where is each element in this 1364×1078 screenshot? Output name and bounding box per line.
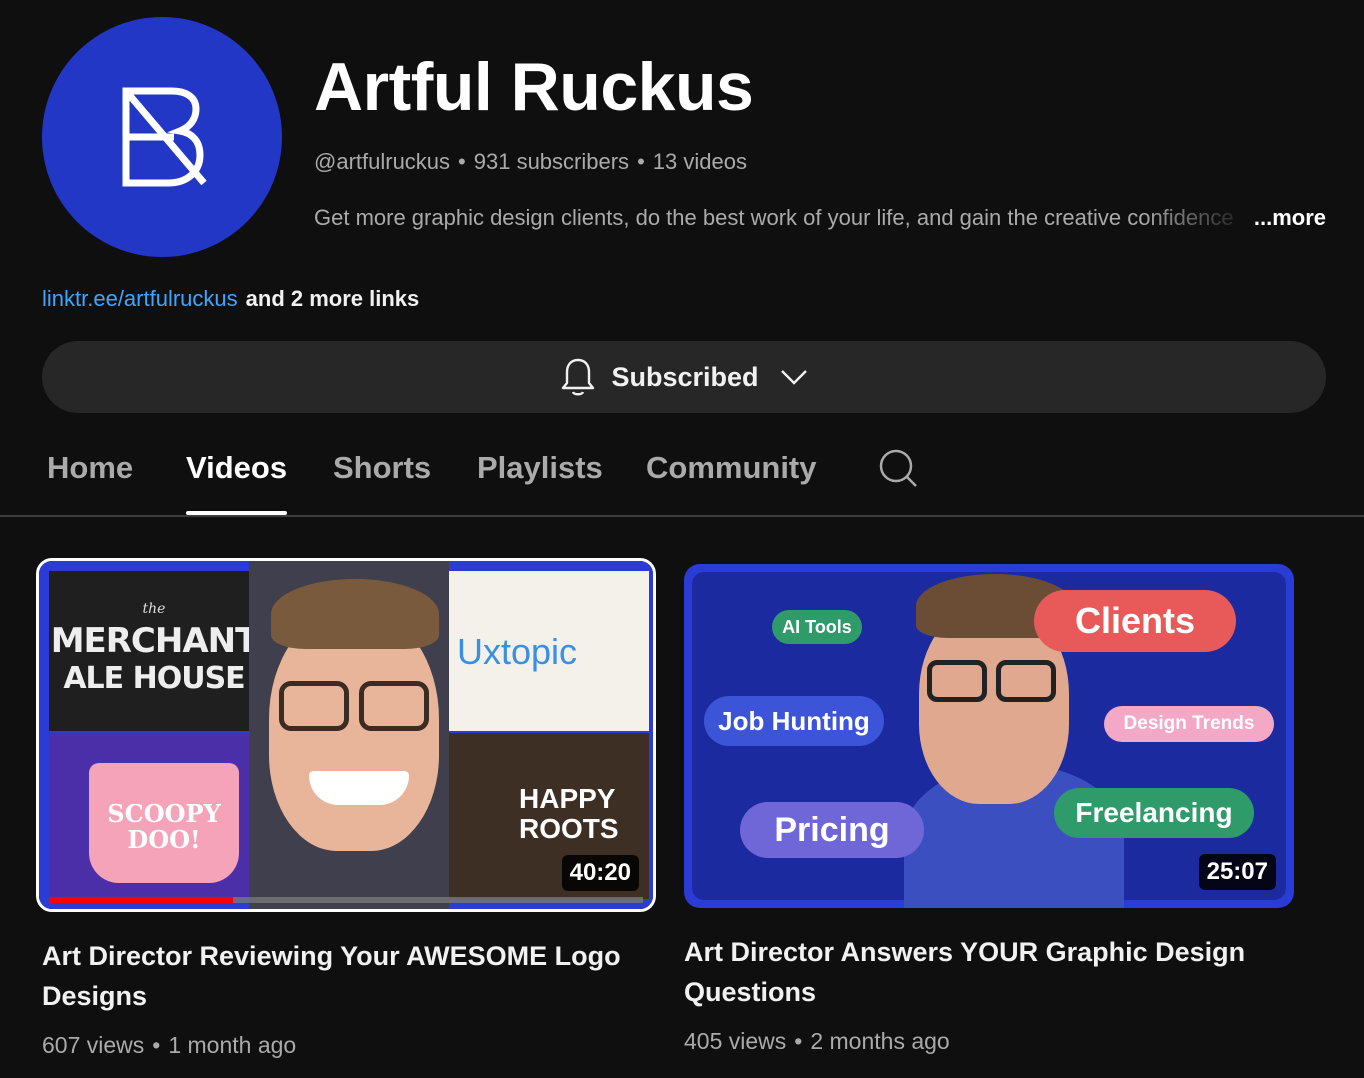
video-card[interactable]: the MERCHANT ALE HOUSE Uxtopic HAPPY ROO… bbox=[36, 558, 656, 1059]
channel-links: linktr.ee/artfulruckus and 2 more links bbox=[42, 286, 419, 312]
channel-logo-icon bbox=[122, 87, 207, 187]
description-text: Get more graphic design clients, do the … bbox=[314, 205, 1234, 230]
video-card[interactable]: AI Tools Clients Job Hunting Design Tren… bbox=[684, 564, 1294, 1055]
channel-name: Artful Ruckus bbox=[314, 49, 754, 125]
glasses-icon bbox=[279, 681, 349, 731]
meta-separator: • bbox=[152, 1032, 161, 1058]
thumb-pill-design-trends: Design Trends bbox=[1104, 706, 1274, 742]
subscriber-count: 931 subscribers bbox=[473, 149, 630, 174]
tab-home[interactable]: Home bbox=[47, 450, 133, 515]
thumb-text: SCOOPY bbox=[107, 799, 221, 828]
thumb-text: ROOTS bbox=[519, 813, 619, 844]
thumb-text: HAPPY bbox=[519, 783, 616, 814]
meta-separator: • bbox=[458, 149, 466, 174]
watch-progress-bar bbox=[49, 897, 643, 903]
channel-avatar[interactable] bbox=[42, 17, 282, 257]
channel-info: Artful Ruckus @artfulruckus • 931 subscr… bbox=[314, 17, 1326, 233]
thumb-text: ALE HOUSE bbox=[63, 661, 245, 696]
channel-description[interactable]: Get more graphic design clients, do the … bbox=[314, 205, 1326, 233]
video-thumbnail[interactable]: AI Tools Clients Job Hunting Design Tren… bbox=[684, 564, 1294, 908]
tab-community[interactable]: Community bbox=[646, 450, 817, 515]
thumb-panel-uxtopic: Uxtopic bbox=[439, 571, 649, 731]
video-title[interactable]: Art Director Reviewing Your AWESOME Logo… bbox=[42, 936, 642, 1016]
video-meta: 607 views • 1 month ago bbox=[42, 1032, 656, 1059]
channel-handle: @artfulruckus bbox=[314, 149, 451, 174]
description-more-button[interactable]: ...more bbox=[1249, 205, 1326, 231]
thumb-person-hair bbox=[271, 579, 439, 649]
glasses-icon bbox=[996, 660, 1056, 702]
video-age: 2 months ago bbox=[810, 1028, 950, 1054]
meta-separator: • bbox=[794, 1028, 803, 1054]
thumb-pill-clients: Clients bbox=[1034, 590, 1236, 652]
channel-meta: @artfulruckus • 931 subscribers • 13 vid… bbox=[314, 149, 1326, 175]
tab-playlists[interactable]: Playlists bbox=[477, 450, 603, 515]
more-links-button[interactable]: and 2 more links bbox=[246, 286, 420, 311]
watch-progress-fill bbox=[49, 897, 234, 903]
search-icon[interactable] bbox=[878, 448, 918, 488]
video-thumbnail[interactable]: the MERCHANT ALE HOUSE Uxtopic HAPPY ROO… bbox=[36, 558, 656, 912]
glasses-icon bbox=[359, 681, 429, 731]
video-meta: 405 views • 2 months ago bbox=[684, 1028, 1294, 1055]
video-title[interactable]: Art Director Answers YOUR Graphic Design… bbox=[684, 932, 1284, 1012]
thumb-pill-job-hunting: Job Hunting bbox=[704, 696, 884, 746]
thumb-pill-freelancing: Freelancing bbox=[1054, 788, 1254, 838]
chevron-down-icon bbox=[780, 370, 807, 385]
channel-tabs: Home Videos Shorts Playlists Community bbox=[0, 440, 1364, 517]
thumb-pill-pricing: Pricing bbox=[740, 802, 924, 858]
tab-videos[interactable]: Videos bbox=[186, 450, 288, 515]
thumb-text: the bbox=[142, 601, 166, 617]
thumb-pill-ai-tools: AI Tools bbox=[772, 610, 862, 644]
video-age: 1 month ago bbox=[168, 1032, 297, 1058]
tab-shorts[interactable]: Shorts bbox=[333, 450, 431, 515]
thumb-panel-scoopy: SCOOPY DOO! bbox=[49, 733, 259, 899]
thumb-text: MERCHANT bbox=[50, 621, 259, 661]
video-views: 607 views bbox=[42, 1032, 145, 1058]
subscribed-button[interactable]: Subscribed bbox=[42, 341, 1326, 413]
subscribed-label: Subscribed bbox=[611, 361, 759, 392]
video-count: 13 videos bbox=[652, 149, 747, 174]
video-duration: 40:20 bbox=[561, 855, 639, 891]
video-views: 405 views bbox=[684, 1028, 787, 1054]
thumb-text: Uxtopic bbox=[457, 631, 578, 672]
scoopy-cup: SCOOPY DOO! bbox=[89, 763, 239, 883]
glasses-icon bbox=[927, 660, 987, 702]
thumb-person-smile bbox=[309, 771, 409, 805]
thumb-panel-merchant: the MERCHANT ALE HOUSE bbox=[49, 571, 259, 731]
video-duration: 25:07 bbox=[1198, 854, 1276, 890]
channel-header: Artful Ruckus @artfulruckus • 931 subscr… bbox=[42, 17, 1326, 257]
channel-link[interactable]: linktr.ee/artfulruckus bbox=[42, 286, 238, 311]
bell-icon bbox=[562, 358, 595, 396]
meta-separator: • bbox=[637, 149, 645, 174]
thumb-text: DOO! bbox=[127, 825, 201, 854]
